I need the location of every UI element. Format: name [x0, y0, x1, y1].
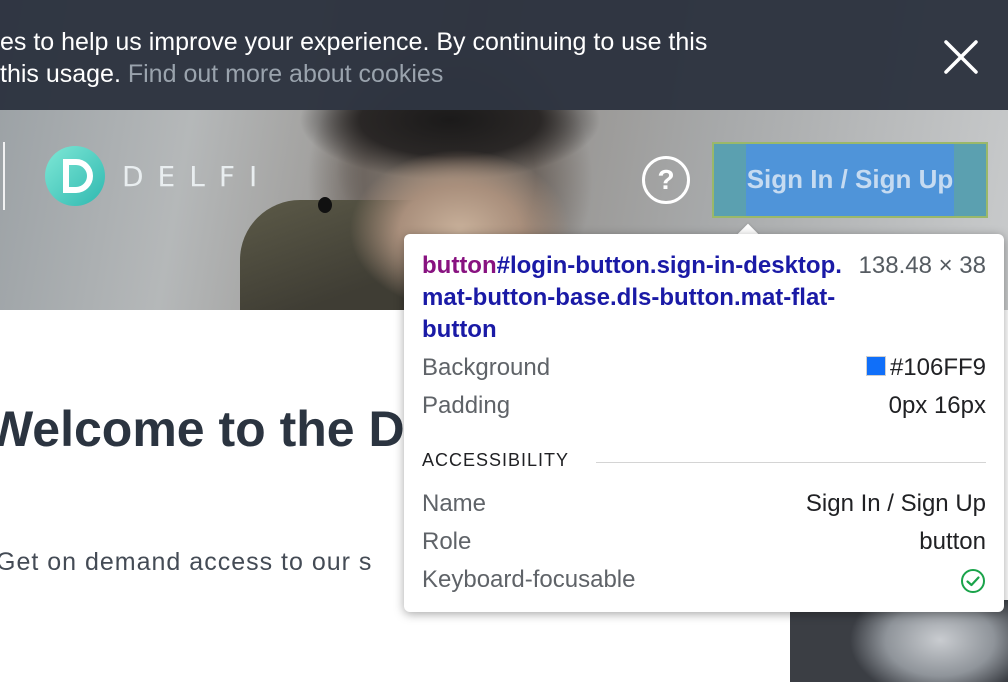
inspector-row-value: 0px 16px: [888, 392, 986, 419]
cookie-line-2: this usage. Find out more about cookies: [0, 58, 820, 90]
hero-earring: [318, 197, 332, 213]
accessibility-section-header: ACCESSIBILITY: [422, 450, 986, 474]
help-button[interactable]: ?: [642, 156, 690, 204]
inspector-row-name: Name Sign In / Sign Up: [422, 488, 986, 520]
logo-divider: [3, 142, 5, 210]
page-subtitle: Get on demand access to our s: [0, 548, 373, 576]
page-title: Welcome to the D: [0, 401, 405, 457]
cookie-info-link[interactable]: Find out more about cookies: [128, 60, 443, 88]
background-value: #106FF9: [889, 354, 986, 381]
inspector-row-value: button: [919, 528, 986, 555]
cookie-line-1: es to help us improve your experience. B…: [0, 28, 708, 56]
inspector-row-label: Padding: [422, 392, 511, 419]
login-button[interactable]: Sign In / Sign Up: [712, 142, 988, 218]
inspector-tag: button: [422, 252, 497, 279]
inspector-row-label: Role: [422, 528, 472, 555]
inspector-row-background: Background #106FF9: [422, 352, 986, 384]
section-divider: [596, 462, 986, 463]
inspector-row-padding: Padding 0px 16px: [422, 390, 986, 422]
close-icon: [944, 40, 978, 74]
login-button-content: Sign In / Sign Up: [746, 144, 954, 216]
inspector-row-value: Sign In / Sign Up: [805, 490, 986, 517]
login-button-label: Sign In / Sign Up: [746, 164, 954, 194]
close-cookie-button[interactable]: [938, 34, 984, 80]
logo-wordmark[interactable]: DELFI: [122, 160, 271, 193]
color-swatch-icon: [865, 356, 886, 376]
check-circle-icon: [961, 568, 985, 593]
inspector-row-focusable: Keyboard-focusable: [422, 564, 986, 596]
cookie-line-2-text: this usage.: [0, 60, 128, 88]
inspector-selector: button#login-button.sign-in-desktop.mat-…: [422, 250, 842, 346]
accessibility-heading: ACCESSIBILITY: [422, 450, 570, 470]
inspector-size: 138.48 × 38: [858, 252, 986, 279]
inspector-row-label: Name: [422, 490, 487, 517]
content-image: [790, 600, 1008, 682]
inspector-row-role: Role button: [422, 526, 986, 558]
inspector-tooltip: button#login-button.sign-in-desktop.mat-…: [404, 234, 1004, 612]
delfi-logo-icon[interactable]: [44, 145, 106, 207]
question-circle-icon: ?: [657, 164, 675, 195]
inspector-row-value: [960, 564, 986, 596]
cookie-banner: es to help us improve your experience. B…: [0, 0, 1008, 110]
cookie-message: es to help us improve your experience. B…: [0, 26, 820, 90]
inspector-row-label: Keyboard-focusable: [422, 566, 636, 593]
inspector-row-label: Background: [422, 354, 551, 381]
inspector-row-value: #106FF9: [865, 352, 986, 384]
